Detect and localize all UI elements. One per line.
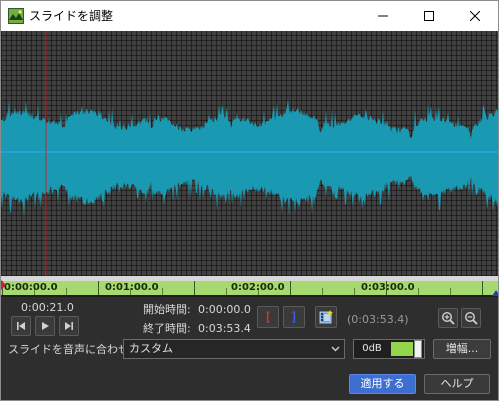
minimize-button[interactable]: [360, 1, 406, 31]
help-button[interactable]: ヘルプ: [424, 374, 490, 394]
tick-minor: [226, 288, 227, 295]
tick-minor: [322, 288, 323, 295]
skip-forward-button[interactable]: [59, 316, 79, 336]
tick-minor: [354, 288, 355, 295]
skip-back-button[interactable]: [11, 316, 31, 336]
tick-label: 0:00:00.0: [4, 282, 58, 293]
minimize-icon: [378, 15, 388, 17]
tick-major: [98, 281, 99, 295]
skip-back-icon: [17, 322, 25, 330]
tick-minor: [66, 288, 67, 295]
volume-slider[interactable]: 0dB: [353, 339, 425, 359]
tick-major: [482, 281, 483, 295]
start-time-label: 開始時間:: [143, 303, 191, 316]
range-duration: (0:03:53.4): [347, 313, 409, 326]
title-bar[interactable]: スライドを調整: [1, 1, 498, 31]
zoom-out-button[interactable]: [461, 308, 481, 328]
clip-button[interactable]: [315, 306, 337, 328]
playhead-marker[interactable]: [1, 280, 6, 290]
maximize-icon: [424, 11, 434, 21]
tick-minor: [162, 288, 163, 295]
tick-major: [194, 281, 195, 295]
waveform: [1, 31, 498, 276]
app-icon: [8, 8, 24, 24]
start-time-value: 0:00:00.0: [198, 303, 251, 316]
waveform-view[interactable]: [1, 31, 498, 276]
skip-forward-icon: [65, 322, 73, 330]
chevron-down-icon: [331, 346, 340, 352]
window-title: スライドを調整: [29, 9, 114, 23]
tick-major: [290, 281, 291, 295]
set-start-button[interactable]: [: [257, 306, 279, 328]
volume-level: [391, 342, 413, 356]
close-icon: [470, 11, 480, 21]
zoom-in-button[interactable]: [438, 308, 458, 328]
zoom-in-icon: [441, 311, 455, 325]
tick-minor: [418, 288, 419, 295]
close-button[interactable]: [452, 1, 498, 31]
apply-button[interactable]: 適用する: [349, 374, 416, 394]
play-button[interactable]: [35, 316, 55, 336]
tick-label: 0:03:00.0: [361, 282, 415, 293]
play-icon: [42, 322, 49, 330]
current-time: 0:00:21.0: [21, 301, 74, 314]
end-time-value: 0:03:53.4: [198, 322, 251, 335]
maximize-button[interactable]: [406, 1, 452, 31]
fit-slide-value: カスタム: [129, 342, 173, 355]
amplify-button[interactable]: 増幅...: [433, 339, 491, 359]
film-clip-icon: [319, 310, 333, 324]
tick-minor: [450, 288, 451, 295]
controls-panel: 0:00:21.0 開始時間: 0:00:00.0 終了時間: 0:03:53.…: [1, 297, 498, 400]
volume-handle[interactable]: [414, 340, 422, 358]
volume-label: 0dB: [362, 343, 382, 354]
fit-slide-select[interactable]: カスタム: [123, 339, 345, 359]
zoom-out-icon: [464, 311, 478, 325]
adjust-slide-dialog: スライドを調整 0:00:00.0 0:01:00.0 0:02:00.0 0:…: [0, 0, 499, 401]
set-end-button[interactable]: ]: [283, 306, 305, 328]
timeline-ruler[interactable]: 0:00:00.0 0:01:00.0 0:02:00.0 0:03:00.0: [1, 276, 498, 297]
end-marker[interactable]: [492, 290, 498, 296]
end-time-label: 終了時間:: [143, 322, 191, 335]
tick-label: 0:02:00.0: [231, 282, 285, 293]
tick-label: 0:01:00.0: [105, 282, 159, 293]
